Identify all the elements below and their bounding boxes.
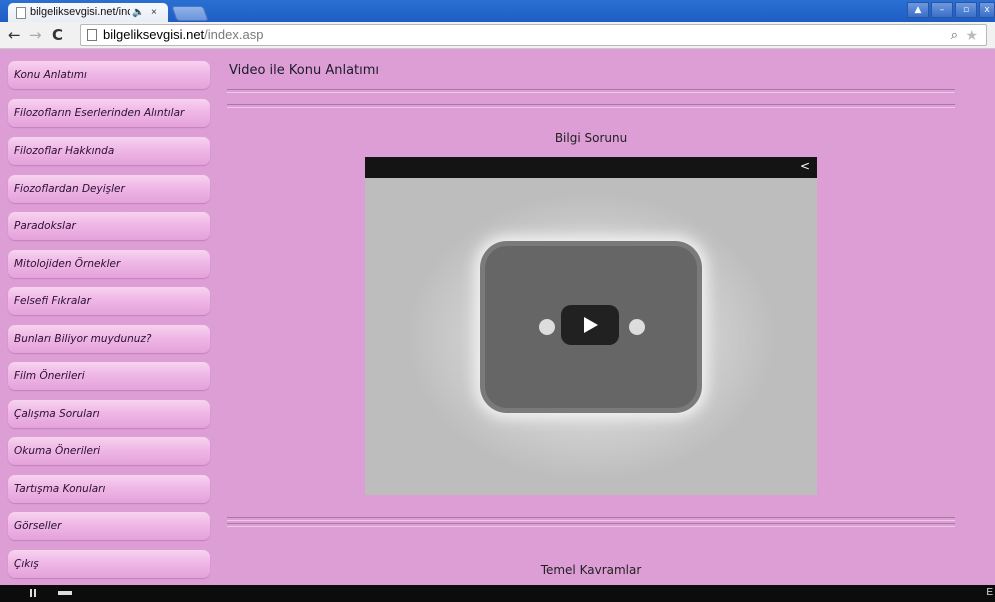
sidebar-item-gorseller[interactable]: Görseller bbox=[8, 512, 210, 540]
divider bbox=[227, 517, 955, 521]
search-icon[interactable]: ⌕ bbox=[951, 25, 958, 45]
sidebar-item-mitoloji[interactable]: Mitolojiden Örnekler bbox=[8, 250, 210, 278]
taskbar: E bbox=[0, 585, 995, 602]
divider bbox=[227, 104, 955, 108]
sidebar-item-calisma-sorulari[interactable]: Çalışma Soruları bbox=[8, 400, 210, 428]
video-title: Bilgi Sorunu bbox=[554, 131, 628, 145]
sidebar-item-deyisler[interactable]: Fiozoflardan Deyişler bbox=[8, 175, 210, 203]
play-button[interactable] bbox=[561, 305, 619, 345]
sidebar-item-cikis[interactable]: Çıkış bbox=[8, 550, 210, 578]
taskbar-label: E bbox=[986, 587, 993, 598]
forward-button[interactable]: → bbox=[29, 25, 42, 45]
progress-icon bbox=[58, 591, 72, 595]
dot-icon bbox=[629, 319, 645, 335]
new-tab-button[interactable] bbox=[171, 6, 209, 21]
reload-button[interactable]: C bbox=[52, 25, 63, 45]
section-title: Temel Kavramlar bbox=[540, 563, 642, 577]
sidebar-item-biliyor-muydunuz[interactable]: Bunları Biliyor muydunuz? bbox=[8, 325, 210, 353]
video-top-bar: < bbox=[365, 157, 817, 178]
page-icon bbox=[87, 29, 97, 41]
sidebar-item-fikralar[interactable]: Felsefi Fıkralar bbox=[8, 287, 210, 315]
sidebar-item-filozoflar-hakkinda[interactable]: Filozoflar Hakkında bbox=[8, 137, 210, 165]
page-title: Video ile Konu Anlatımı bbox=[229, 63, 380, 78]
sidebar-item-film-onerileri[interactable]: Film Önerileri bbox=[8, 362, 210, 390]
pause-icon[interactable] bbox=[30, 589, 38, 597]
sidebar-item-okuma-onerileri[interactable]: Okuma Önerileri bbox=[8, 437, 210, 465]
share-icon[interactable]: < bbox=[800, 159, 810, 173]
divider bbox=[227, 523, 955, 527]
address-bar[interactable]: bilgeliksevgisi.net/index.asp ⌕ ★ bbox=[80, 24, 987, 46]
speaker-icon[interactable]: 🔈 bbox=[132, 3, 144, 22]
video-player[interactable]: < bbox=[365, 157, 817, 495]
sidebar-item-paradokslar[interactable]: Paradokslar bbox=[8, 212, 210, 240]
bookmark-star-icon[interactable]: ★ bbox=[965, 25, 978, 45]
browser-toolbar: ← → C bilgeliksevgisi.net/index.asp ⌕ ★ bbox=[0, 22, 995, 49]
sidebar-item-tartisma-konulari[interactable]: Tartışma Konuları bbox=[8, 475, 210, 503]
sidebar-item-alintilar[interactable]: Filozofların Eserlerinden Alıntılar bbox=[8, 99, 210, 127]
web-page: Konu Anlatımı Filozofların Eserlerinden … bbox=[0, 49, 995, 585]
divider bbox=[227, 89, 955, 93]
dot-icon bbox=[539, 319, 555, 335]
tab-close-button[interactable]: × bbox=[151, 3, 157, 22]
browser-tab[interactable]: bilgeliksevgisi.net/inc 🔈 × bbox=[8, 3, 168, 22]
user-icon[interactable]: ▲ bbox=[907, 2, 929, 18]
close-window-button[interactable]: x bbox=[979, 2, 995, 18]
main-content: Video ile Konu Anlatımı Bilgi Sorunu < T… bbox=[225, 49, 957, 585]
url-text[interactable]: bilgeliksevgisi.net/index.asp bbox=[103, 25, 263, 45]
sidebar-menu: Konu Anlatımı Filozofların Eserlerinden … bbox=[0, 49, 215, 585]
back-button[interactable]: ← bbox=[8, 25, 21, 45]
tab-title: bilgeliksevgisi.net/inc bbox=[30, 6, 130, 18]
page-icon bbox=[16, 7, 26, 19]
minimize-button[interactable]: – bbox=[931, 2, 953, 18]
restore-button[interactable]: ▫ bbox=[955, 2, 977, 18]
sidebar-item-konu-anlatimi[interactable]: Konu Anlatımı bbox=[8, 61, 210, 89]
play-icon bbox=[584, 317, 598, 333]
browser-titlebar: bilgeliksevgisi.net/inc 🔈 × ▲ – ▫ x bbox=[0, 0, 995, 22]
